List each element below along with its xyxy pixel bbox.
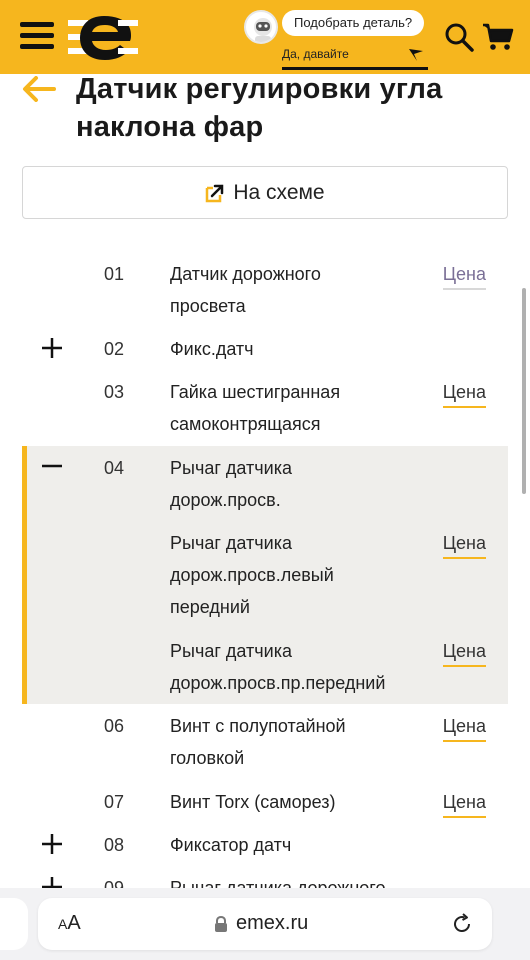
part-number: 04 bbox=[104, 458, 125, 478]
top-bar: Подобрать деталь? Да, давайте bbox=[0, 0, 530, 74]
show-on-scheme-label: На схеме bbox=[233, 180, 325, 204]
assistant-avatar bbox=[244, 10, 278, 44]
part-row-04[interactable]: 04 Рычаг датчика дорож.просв. bbox=[22, 452, 508, 518]
text-size-small-glyph: A bbox=[58, 916, 68, 932]
send-icon bbox=[409, 49, 423, 61]
part-name-line: Рычаг датчика bbox=[170, 533, 292, 553]
hamburger-menu-icon[interactable] bbox=[20, 22, 54, 50]
cart-icon[interactable] bbox=[482, 22, 514, 52]
external-link-icon bbox=[206, 184, 224, 202]
page-title-line-2: наклона фар bbox=[76, 111, 264, 143]
part-name-line: Гайка шестигранная bbox=[170, 382, 341, 402]
part-name: Рычаг датчика дорож.просв.левый передний bbox=[170, 527, 430, 623]
part-subrow-04-right[interactable]: Рычаг датчика дорож.просв.пр.передний Це… bbox=[22, 635, 508, 701]
part-number: 03 bbox=[104, 382, 125, 402]
part-row-06[interactable]: 06 Винт с полупотайной головкой Цена bbox=[22, 710, 508, 776]
price-link[interactable]: Цена bbox=[442, 788, 486, 818]
price-link[interactable]: Цена bbox=[442, 378, 486, 408]
part-number: 08 bbox=[104, 835, 125, 855]
text-size-large-glyph: A bbox=[67, 912, 81, 934]
price-link[interactable]: Цена bbox=[442, 637, 486, 667]
back-arrow-icon[interactable] bbox=[22, 76, 56, 102]
page-title-line-1: Датчик регулировки угла bbox=[76, 73, 443, 105]
part-name: Рычаг датчика дорож.просв. bbox=[170, 452, 430, 516]
part-name: Винт Torx (саморез) bbox=[170, 792, 336, 812]
part-name-line: Винт с полупотайной bbox=[170, 716, 346, 736]
previous-tab-edge[interactable] bbox=[0, 898, 28, 950]
show-on-scheme-button[interactable]: На схеме bbox=[22, 166, 508, 219]
assistant-reply-button[interactable]: Да, давайте bbox=[282, 42, 428, 70]
part-name-line: дорож.просв.левый bbox=[170, 565, 334, 585]
part-name-line: Датчик дорожного bbox=[170, 264, 321, 284]
part-name-line: дорож.просв. bbox=[170, 490, 281, 510]
price-link[interactable]: Цена bbox=[442, 712, 486, 742]
url-text[interactable]: emex.ru bbox=[236, 912, 308, 935]
reload-icon[interactable] bbox=[450, 912, 474, 936]
part-number: 01 bbox=[104, 264, 125, 284]
part-name-line: передний bbox=[170, 597, 250, 617]
expand-plus-icon[interactable] bbox=[40, 336, 64, 360]
part-row-08[interactable]: 08 Фиксатор датч bbox=[22, 829, 508, 863]
part-name-line: просвета bbox=[170, 296, 246, 316]
part-row-02[interactable]: 02 Фикс.датч bbox=[22, 333, 508, 367]
address-bar[interactable]: AA emex.ru bbox=[38, 898, 492, 950]
part-name: Фиксатор датч bbox=[170, 835, 292, 855]
price-link[interactable]: Цена bbox=[442, 529, 486, 559]
part-name-line: Рычаг датчика bbox=[170, 641, 292, 661]
assistant-prompt-bubble: Подобрать деталь? bbox=[282, 10, 425, 36]
emex-logo[interactable] bbox=[68, 8, 138, 66]
part-number: 07 bbox=[104, 792, 125, 812]
assistant-reply-label: Да, давайте bbox=[282, 47, 349, 61]
part-row-01[interactable]: 01 Датчик дорожного просвета Цена bbox=[22, 258, 508, 324]
browser-toolbar: AA emex.ru bbox=[0, 888, 530, 960]
part-name-line: самоконтрящаяся bbox=[170, 414, 321, 434]
part-name: Фикс.датч bbox=[170, 339, 254, 359]
part-name-line: Рычаг датчика bbox=[170, 458, 292, 478]
page-title: Датчик регулировки угла наклона фар bbox=[76, 70, 516, 146]
part-name: Датчик дорожного просвета bbox=[170, 258, 430, 322]
part-finder-assistant[interactable]: Подобрать деталь? Да, давайте bbox=[244, 8, 428, 70]
part-name: Гайка шестигранная самоконтрящаяся bbox=[170, 376, 430, 440]
part-row-03[interactable]: 03 Гайка шестигранная самоконтрящаяся Це… bbox=[22, 376, 508, 442]
price-link[interactable]: Цена bbox=[442, 260, 486, 290]
lock-icon bbox=[215, 916, 227, 932]
part-subrow-04-left[interactable]: Рычаг датчика дорож.просв.левый передний… bbox=[22, 527, 508, 625]
part-name: Винт с полупотайной головкой bbox=[170, 710, 430, 774]
page-scrollbar[interactable] bbox=[522, 288, 526, 494]
expand-plus-icon[interactable] bbox=[40, 832, 64, 856]
part-row-07[interactable]: 07 Винт Torx (саморез) Цена bbox=[22, 786, 508, 820]
part-name: Рычаг датчика дорож.просв.пр.передний bbox=[170, 635, 470, 699]
search-icon[interactable] bbox=[444, 22, 474, 52]
part-name-line: дорож.просв.пр.передний bbox=[170, 673, 386, 693]
text-size-button[interactable]: AA bbox=[58, 912, 81, 935]
collapse-minus-icon[interactable] bbox=[40, 454, 64, 478]
part-number: 02 bbox=[104, 339, 125, 359]
part-number: 06 bbox=[104, 716, 125, 736]
part-name-line: головкой bbox=[170, 748, 245, 768]
